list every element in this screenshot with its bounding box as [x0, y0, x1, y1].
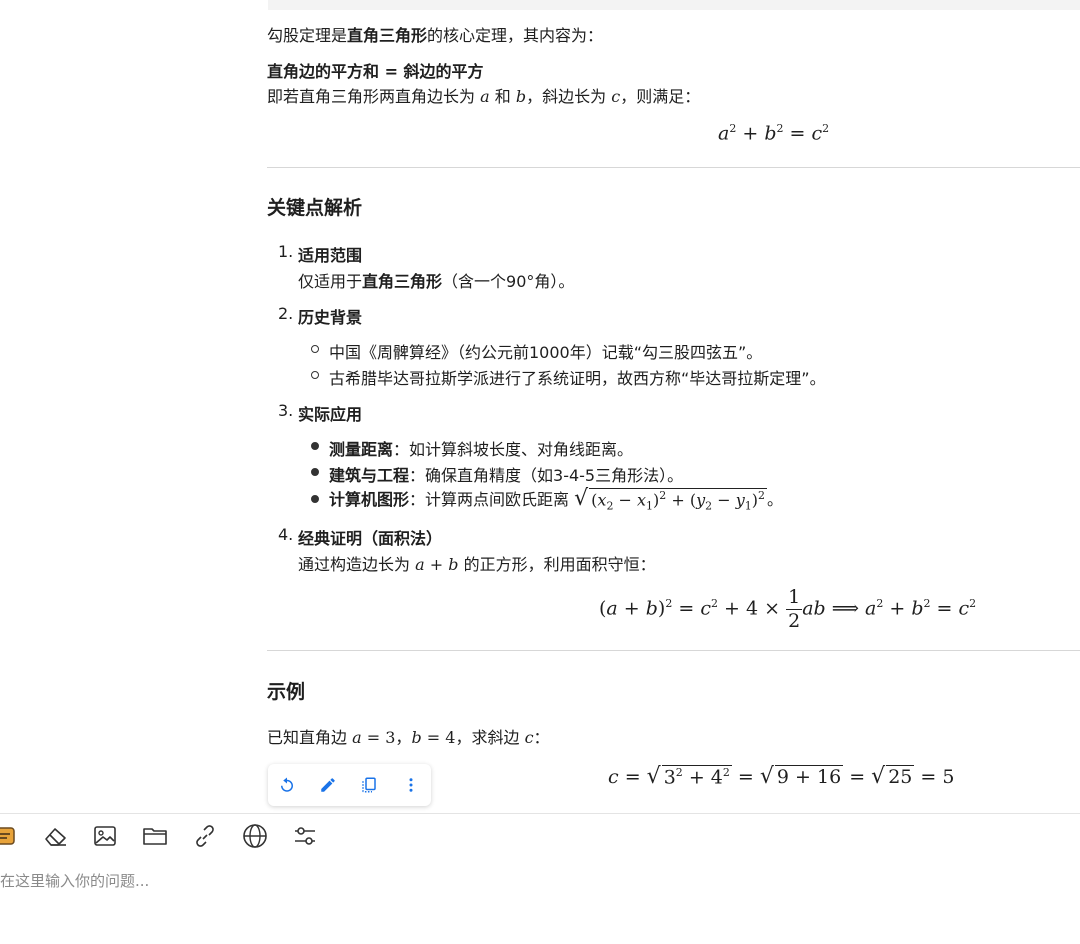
regenerate-icon: [281, 777, 293, 792]
statement-hyp: ，斜边长为: [526, 87, 607, 106]
math-a: a: [480, 87, 490, 106]
link-button[interactable]: [190, 822, 220, 850]
bullet-dot: [311, 442, 319, 450]
settings-button[interactable]: [290, 822, 320, 850]
intro-prefix: 勾股定理是: [267, 26, 348, 45]
example-sep: ，: [395, 728, 412, 747]
image-upload-button[interactable]: [91, 822, 119, 850]
example-line: 已知直角边 a = 3，b = 4，求斜边 c：: [267, 724, 550, 748]
item-title: 实际应用: [298, 401, 362, 425]
list-item: 计算机图形：计算两点间欧氏距离 √ (x2 − x1)2 + (y2 − y1)2…: [329, 486, 784, 513]
example-prefix: 已知直角边: [267, 728, 348, 747]
item-desc: 通过构造边长为 a + b 的正方形，利用面积守恒：: [298, 551, 656, 575]
list-number: 3.: [278, 401, 294, 420]
list-item: 古希腊毕达哥拉斯学派进行了系统证明，故西方称“毕达哥拉斯定理”。: [329, 369, 826, 388]
statement-prefix: 即若直角三角形两直角边长为: [267, 87, 476, 106]
list-item: 建筑与工程：确保直角精度（如3-4-5三角形法）。: [329, 462, 683, 486]
divider: [267, 167, 1080, 168]
item-title-text: 经典证明（面积法）: [298, 529, 443, 548]
intro-line: 勾股定理是直角三角形的核心定理，其内容为：: [267, 22, 603, 46]
formula-example: c = √ 32 + 42 = √ 9 + 16 = √ 25 = 5: [608, 764, 955, 789]
bullet-bold: 计算机图形: [329, 490, 410, 509]
divider: [267, 650, 1080, 651]
eraser-icon: [45, 828, 66, 846]
desc-suffix: 的正方形，利用面积守恒：: [463, 555, 656, 574]
formula-distance: √ (x2 − x1)2 + (y2 − y1)2: [574, 486, 768, 513]
bullet-bold: 测量距离: [329, 440, 394, 459]
input-area-divider: [0, 813, 1080, 814]
example-end: ：: [533, 728, 550, 747]
previous-message-bar: [268, 0, 1080, 10]
math-a-plus-b: a + b: [415, 555, 459, 574]
item-title-text: 适用范围: [298, 246, 363, 265]
file-upload-button[interactable]: [141, 822, 169, 850]
clear-button[interactable]: [41, 822, 71, 850]
desc-prefix: 仅适用于: [298, 272, 363, 291]
bullet-dot: [311, 345, 319, 353]
math-a-eq-3: a = 3: [352, 728, 396, 747]
list-number: 2.: [278, 304, 294, 323]
section-heading-example: 示例: [267, 681, 306, 703]
bullet-text: ：确保直角精度（如3-4-5三角形法）。: [409, 466, 684, 485]
folder-icon: [143, 828, 167, 845]
question-input[interactable]: 在这里输入你的问题...: [0, 870, 149, 891]
sliders-icon: [295, 827, 315, 845]
globe-icon: [243, 824, 267, 848]
item-title: 历史背景: [298, 304, 362, 328]
bullet-dot: [311, 371, 319, 379]
math-c: c: [524, 728, 534, 747]
formula-pythagoras: a2 + b2 = c2: [718, 122, 830, 145]
edit-button[interactable]: [316, 773, 340, 797]
item-title-text: 历史背景: [298, 308, 363, 327]
formula-area-proof: (a + b)2 = c2 + 4 × 1 2 ab ⟹ a2 + b2 = c2: [599, 586, 977, 632]
item-title: 经典证明（面积法）: [298, 525, 442, 549]
list-item: 测量距离：如计算斜坡长度、对角线距离。: [329, 436, 633, 460]
message-action-toolbar: [268, 764, 431, 806]
math-c: c: [611, 87, 621, 106]
copy-button[interactable]: [357, 773, 381, 797]
regenerate-button[interactable]: [275, 773, 299, 797]
bullet-bold: 建筑与工程: [329, 466, 410, 485]
statement-bold: 直角边的平方和 = 斜边的平方: [267, 62, 484, 81]
bullet-dot: [311, 468, 319, 476]
more-icon: [409, 778, 413, 792]
web-search-button[interactable]: [240, 822, 270, 850]
chat-mode-button[interactable]: [0, 822, 16, 850]
section-heading-key-points: 关键点解析: [267, 197, 363, 219]
desc-prefix: 通过构造边长为: [298, 555, 411, 574]
image-icon: [94, 826, 116, 846]
bullet-text: ：如计算斜坡长度、对角线距离。: [393, 440, 634, 459]
copy-icon: [362, 777, 376, 793]
example-mid: ，求斜边: [455, 728, 520, 747]
intro-suffix: 的核心定理，其内容为：: [427, 26, 604, 45]
bullet-text: ：计算两点间欧氏距离: [409, 490, 570, 509]
chat-bubble-icon: [0, 827, 15, 845]
statement-line: 即若直角三角形两直角边长为 a 和 b，斜边长为 c，则满足：: [267, 83, 700, 107]
list-number: 1.: [278, 242, 294, 261]
edit-icon: [321, 778, 335, 792]
math-b: b: [515, 87, 527, 106]
list-item: 中国《周髀算经》（约公元前1000年）记载“勾三股四弦五”。: [329, 343, 763, 362]
more-button[interactable]: [399, 773, 423, 797]
statement-end: ，则满足：: [620, 87, 701, 106]
link-icon: [196, 825, 214, 847]
theorem-statement: 直角边的平方和 = 斜边的平方: [267, 58, 484, 82]
statement-and: 和: [494, 87, 511, 106]
item-desc: 仅适用于直角三角形（含一个90°角）。: [298, 268, 574, 292]
math-b-eq-4: b = 4: [411, 728, 456, 747]
bullet-dot: [311, 495, 319, 503]
desc-bold: 直角三角形: [362, 272, 443, 291]
intro-bold: 直角三角形: [347, 26, 428, 45]
list-number: 4.: [278, 525, 294, 544]
desc-suffix: （含一个90°角）。: [442, 272, 575, 291]
item-title: 适用范围: [298, 242, 362, 266]
item-title-text: 实际应用: [298, 405, 363, 424]
